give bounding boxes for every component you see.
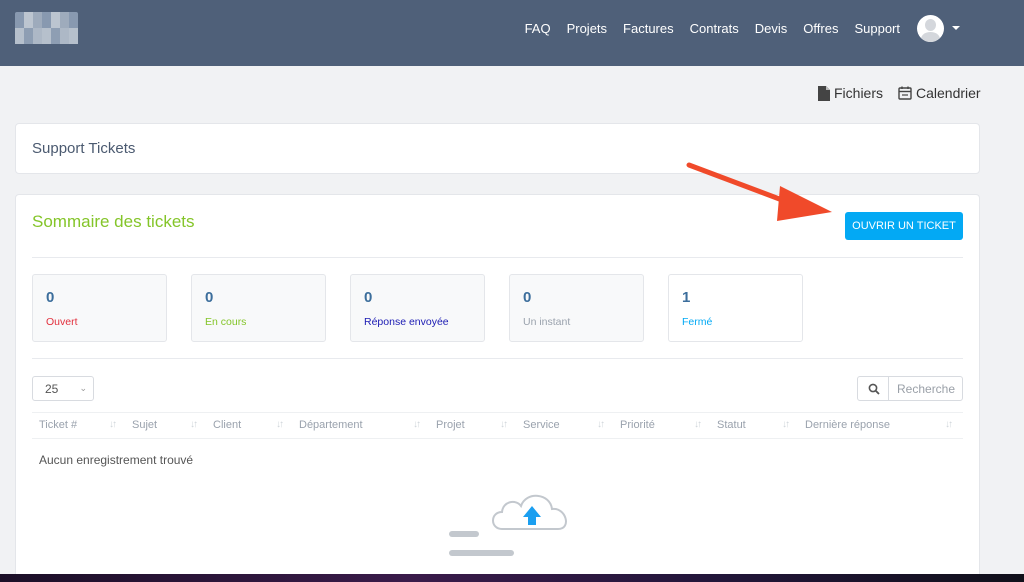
stat-label: Fermé — [682, 316, 713, 328]
column-header-subject[interactable]: Sujet — [132, 419, 157, 431]
company-logo[interactable] — [15, 12, 78, 44]
stat-card-open[interactable]: 0 Ouvert — [32, 274, 167, 342]
divider — [32, 257, 963, 258]
column-header-client[interactable]: Client — [213, 419, 241, 431]
nav-item-support[interactable]: Support — [854, 21, 900, 36]
stat-card-closed[interactable]: 1 Fermé — [668, 274, 803, 342]
page-length-select[interactable]: 25 ⌄ — [32, 376, 94, 401]
stat-label: Réponse envoyée — [364, 316, 449, 328]
column-header-status[interactable]: Statut — [717, 419, 746, 431]
column-header-ticket[interactable]: Ticket # — [39, 419, 77, 431]
page-length-value: 25 — [45, 382, 59, 396]
chevron-down-icon[interactable] — [952, 26, 960, 30]
user-avatar[interactable] — [917, 15, 944, 42]
sort-icon[interactable]: ↓↑ — [694, 419, 702, 430]
page-title: Support Tickets — [32, 140, 136, 157]
stat-label: Un instant — [523, 316, 571, 328]
column-header-last-reply[interactable]: Dernière réponse — [805, 419, 890, 431]
column-header-service[interactable]: Service — [523, 419, 560, 431]
divider — [32, 358, 963, 359]
support-tickets-panel: Support Tickets — [15, 123, 980, 174]
sort-icon[interactable]: ↓↑ — [782, 419, 790, 430]
stat-label: En cours — [205, 316, 247, 328]
ticket-summary-panel: Sommaire des tickets OUVRIR UN TICKET 0 … — [15, 194, 980, 582]
calendar-icon — [898, 86, 912, 100]
open-ticket-button[interactable]: OUVRIR UN TICKET — [845, 212, 963, 240]
file-icon — [818, 85, 830, 101]
stat-label: Ouvert — [46, 316, 78, 328]
stat-card-in-progress[interactable]: 0 En cours — [191, 274, 326, 342]
sort-icon[interactable]: ↓↑ — [276, 419, 284, 430]
desktop-taskbar — [0, 574, 1024, 582]
column-header-department[interactable]: Département — [299, 419, 363, 431]
sort-icon[interactable]: ↓↑ — [109, 419, 117, 430]
column-header-project[interactable]: Projet — [436, 419, 465, 431]
empty-table-message: Aucun enregistrement trouvé — [39, 453, 194, 467]
sort-icon[interactable]: ↓↑ — [597, 419, 605, 430]
calendar-link-label: Calendrier — [916, 85, 981, 101]
stat-card-on-hold[interactable]: 0 Un instant — [509, 274, 644, 342]
stat-card-answered[interactable]: 0 Réponse envoyée — [350, 274, 485, 342]
nav-item-faq[interactable]: FAQ — [525, 21, 551, 36]
calendar-link[interactable]: Calendrier — [898, 84, 981, 102]
table-header: Ticket # ↓↑ Sujet ↓↑ Client ↓↑ Départeme… — [32, 412, 963, 439]
stat-count: 0 — [523, 289, 532, 306]
nav-item-projets[interactable]: Projets — [567, 21, 607, 36]
top-navbar: FAQ Projets Factures Contrats Devis Offr… — [0, 0, 1024, 66]
stat-count: 1 — [682, 289, 691, 306]
stat-count: 0 — [364, 289, 373, 306]
sort-icon[interactable]: ↓↑ — [190, 419, 198, 430]
nav-item-contrats[interactable]: Contrats — [690, 21, 739, 36]
search-input[interactable] — [888, 376, 963, 401]
nav-item-devis[interactable]: Devis — [755, 21, 788, 36]
stat-count: 0 — [46, 289, 55, 306]
summary-title: Sommaire des tickets — [32, 212, 195, 231]
sort-icon[interactable]: ↓↑ — [500, 419, 508, 430]
files-link[interactable]: Fichiers — [818, 84, 883, 102]
stat-count: 0 — [205, 289, 214, 306]
search-icon — [868, 383, 880, 395]
column-header-priority[interactable]: Priorité — [620, 419, 655, 431]
nav-item-offres[interactable]: Offres — [803, 21, 838, 36]
nav-item-factures[interactable]: Factures — [623, 21, 674, 36]
chevron-down-icon: ⌄ — [79, 383, 87, 393]
sort-icon[interactable]: ↓↑ — [413, 419, 421, 430]
sort-icon[interactable]: ↓↑ — [945, 419, 953, 430]
cloud-upload-icon — [449, 494, 567, 556]
files-link-label: Fichiers — [834, 85, 884, 101]
main-menu: FAQ Projets Factures Contrats Devis Offr… — [509, 0, 900, 56]
search-button[interactable] — [857, 376, 889, 401]
